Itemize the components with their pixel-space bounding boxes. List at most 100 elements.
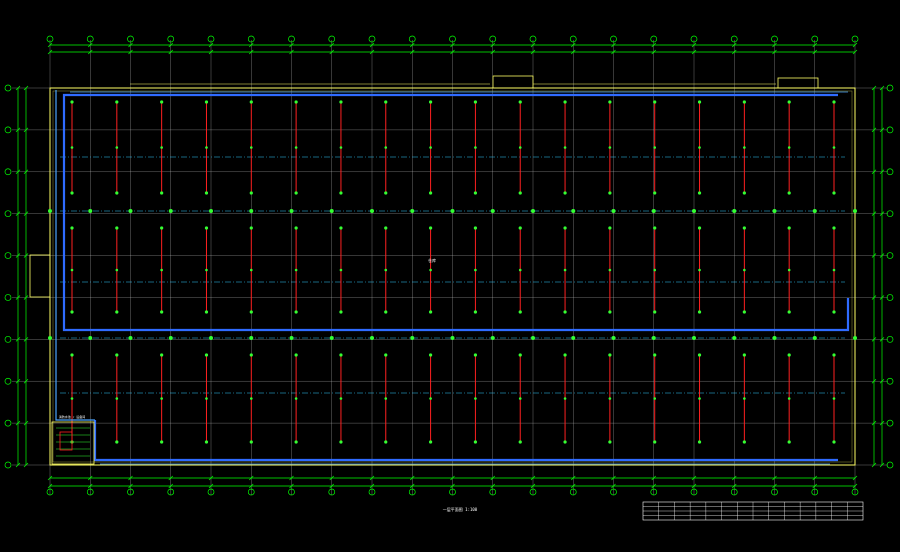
sprinkler-head-icon	[742, 100, 746, 104]
sprinkler-head-icon	[249, 191, 253, 195]
sprinkler-head-icon	[70, 310, 74, 314]
sprinkler-head-icon	[653, 353, 657, 357]
sprinkler-head-icon	[563, 100, 567, 104]
sprinkler-head-icon	[70, 397, 74, 400]
sprinkler-head-icon	[384, 100, 388, 104]
sprinkler-head-icon	[428, 310, 433, 314]
sprinkler-head-icon	[160, 191, 164, 195]
sprinkler-head-icon	[204, 100, 209, 104]
sprinkler-head-icon	[339, 353, 343, 357]
sprinkler-head-icon	[115, 268, 119, 272]
sprinkler-head-icon	[571, 209, 576, 213]
sprinkler-head-icon	[692, 209, 696, 213]
sprinkler-head-icon	[384, 310, 388, 314]
sprinkler-head-icon	[608, 226, 612, 230]
sprinkler-head-icon	[204, 191, 209, 195]
sprinkler-head-icon	[732, 336, 737, 340]
sprinkler-head-icon	[787, 146, 791, 149]
sprinkler-head-icon	[518, 353, 522, 357]
sprinkler-head-icon	[384, 226, 388, 230]
sprinkler-head-icon	[518, 310, 522, 314]
sprinkler-head-icon	[204, 440, 209, 444]
sprinkler-head-icon	[518, 440, 522, 444]
sprinkler-head-icon	[128, 336, 133, 340]
sprinkler-head-icon	[249, 440, 253, 444]
sprinkler-head-icon	[339, 226, 343, 230]
sprinkler-head-icon	[249, 310, 253, 314]
sprinkler-head-icon	[249, 397, 253, 400]
sprinkler-head-icon	[608, 268, 612, 272]
sprinkler-head-icon	[160, 146, 163, 149]
sprinkler-head-icon	[698, 268, 701, 272]
sprinkler-head-icon	[563, 440, 567, 444]
sprinkler-head-icon	[205, 397, 208, 400]
sprinkler-head-icon	[249, 268, 253, 272]
sprinkler-head-icon	[70, 100, 74, 104]
sprinkler-head-icon	[428, 191, 433, 195]
sprinkler-head-icon	[205, 146, 208, 149]
sprinkler-head-icon	[787, 310, 791, 314]
equipment-note: 消防水池 / 设备间	[59, 414, 85, 419]
sprinkler-head-icon	[115, 310, 119, 314]
sprinkler-head-icon	[490, 209, 495, 213]
sprinkler-head-icon	[70, 226, 74, 230]
sprinkler-head-icon	[249, 226, 253, 230]
sprinkler-head-icon	[160, 310, 164, 314]
sprinkler-head-icon	[204, 226, 209, 230]
sprinkler-head-icon	[428, 226, 433, 230]
sprinkler-head-icon	[611, 336, 616, 340]
sprinkler-head-icon	[832, 310, 836, 314]
sprinkler-head-icon	[563, 191, 567, 195]
sprinkler-head-icon	[697, 440, 702, 444]
sprinkler-head-icon	[88, 336, 93, 340]
sprinkler-head-icon	[115, 146, 119, 149]
sprinkler-head-icon	[832, 268, 836, 272]
sprinkler-head-icon	[608, 310, 612, 314]
sprinkler-head-icon	[742, 353, 746, 357]
sprinkler-head-icon	[518, 191, 522, 195]
sprinkler-head-icon	[115, 397, 119, 400]
sprinkler-head-icon	[160, 353, 164, 357]
sprinkler-head-icon	[772, 209, 777, 213]
sprinkler-head-icon	[249, 100, 253, 104]
sprinkler-head-icon	[732, 209, 737, 213]
sprinkler-head-icon	[518, 226, 522, 230]
sprinkler-head-icon	[428, 100, 433, 104]
sprinkler-head-icon	[339, 310, 343, 314]
sprinkler-head-icon	[168, 209, 173, 213]
sprinkler-head-icon	[473, 191, 478, 195]
sprinkler-head-icon	[370, 336, 374, 340]
sprinkler-head-icon	[608, 100, 612, 104]
sprinkler-head-icon	[70, 146, 74, 149]
sprinkler-head-icon	[518, 100, 522, 104]
sprinkler-head-icon	[294, 268, 298, 272]
sprinkler-head-icon	[428, 440, 433, 444]
sprinkler-head-icon	[384, 353, 388, 357]
sprinkler-head-icon	[339, 146, 343, 149]
sprinkler-head-icon	[294, 397, 298, 400]
sprinkler-head-icon	[742, 191, 746, 195]
sprinkler-head-icon	[209, 209, 213, 213]
sprinkler-head-icon	[115, 353, 119, 357]
sprinkler-head-icon	[115, 226, 119, 230]
sprinkler-head-icon	[115, 100, 119, 104]
sprinkler-head-icon	[653, 397, 657, 400]
sprinkler-head-icon	[698, 146, 701, 149]
sprinkler-head-icon	[294, 226, 298, 230]
sprinkler-head-icon	[653, 226, 657, 230]
sprinkler-head-icon	[294, 440, 298, 444]
sprinkler-head-icon	[48, 336, 52, 340]
sprinkler-head-icon	[294, 310, 298, 314]
sprinkler-head-icon	[473, 440, 478, 444]
sprinkler-head-icon	[697, 353, 702, 357]
sprinkler-head-icon	[329, 209, 334, 213]
sprinkler-head-icon	[743, 268, 746, 272]
sprinkler-head-icon	[294, 100, 298, 104]
sprinkler-head-icon	[653, 100, 657, 104]
sprinkler-head-icon	[787, 226, 791, 230]
sprinkler-head-icon	[651, 209, 656, 213]
sprinkler-head-icon	[653, 440, 657, 444]
sprinkler-head-icon	[742, 226, 746, 230]
sprinkler-head-icon	[518, 268, 522, 272]
sprinkler-head-icon	[743, 397, 746, 400]
